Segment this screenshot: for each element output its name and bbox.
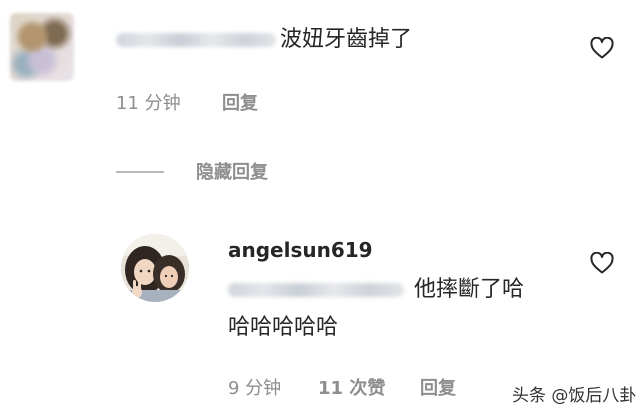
- watermark: 头条 @饭后八卦: [512, 386, 637, 406]
- avatar-photo-icon: [121, 234, 189, 302]
- reply-username[interactable]: angelsun619: [228, 238, 373, 262]
- mentioned-user-blurred[interactable]: [228, 283, 404, 297]
- commenter-username-blurred[interactable]: [116, 33, 276, 47]
- reply-avatar[interactable]: [121, 234, 189, 302]
- reply-button[interactable]: 回复: [222, 89, 258, 115]
- comment-text: 波妞牙齒掉了: [280, 27, 413, 52]
- comment-timestamp: 11 分钟: [116, 93, 181, 114]
- reply-text-line2: 哈哈哈哈哈: [228, 315, 339, 340]
- reply-like-count[interactable]: 11 次赞: [318, 374, 385, 400]
- replies-divider: [116, 171, 164, 173]
- reply-text-line1: 他摔斷了哈: [414, 277, 525, 302]
- reply-button[interactable]: 回复: [420, 374, 456, 400]
- commenter-avatar-blurred[interactable]: [10, 13, 74, 81]
- reply-timestamp: 9 分钟: [228, 378, 282, 399]
- hide-replies-button[interactable]: 隐藏回复: [196, 158, 268, 184]
- heart-icon[interactable]: [590, 252, 614, 274]
- heart-icon[interactable]: [590, 37, 614, 59]
